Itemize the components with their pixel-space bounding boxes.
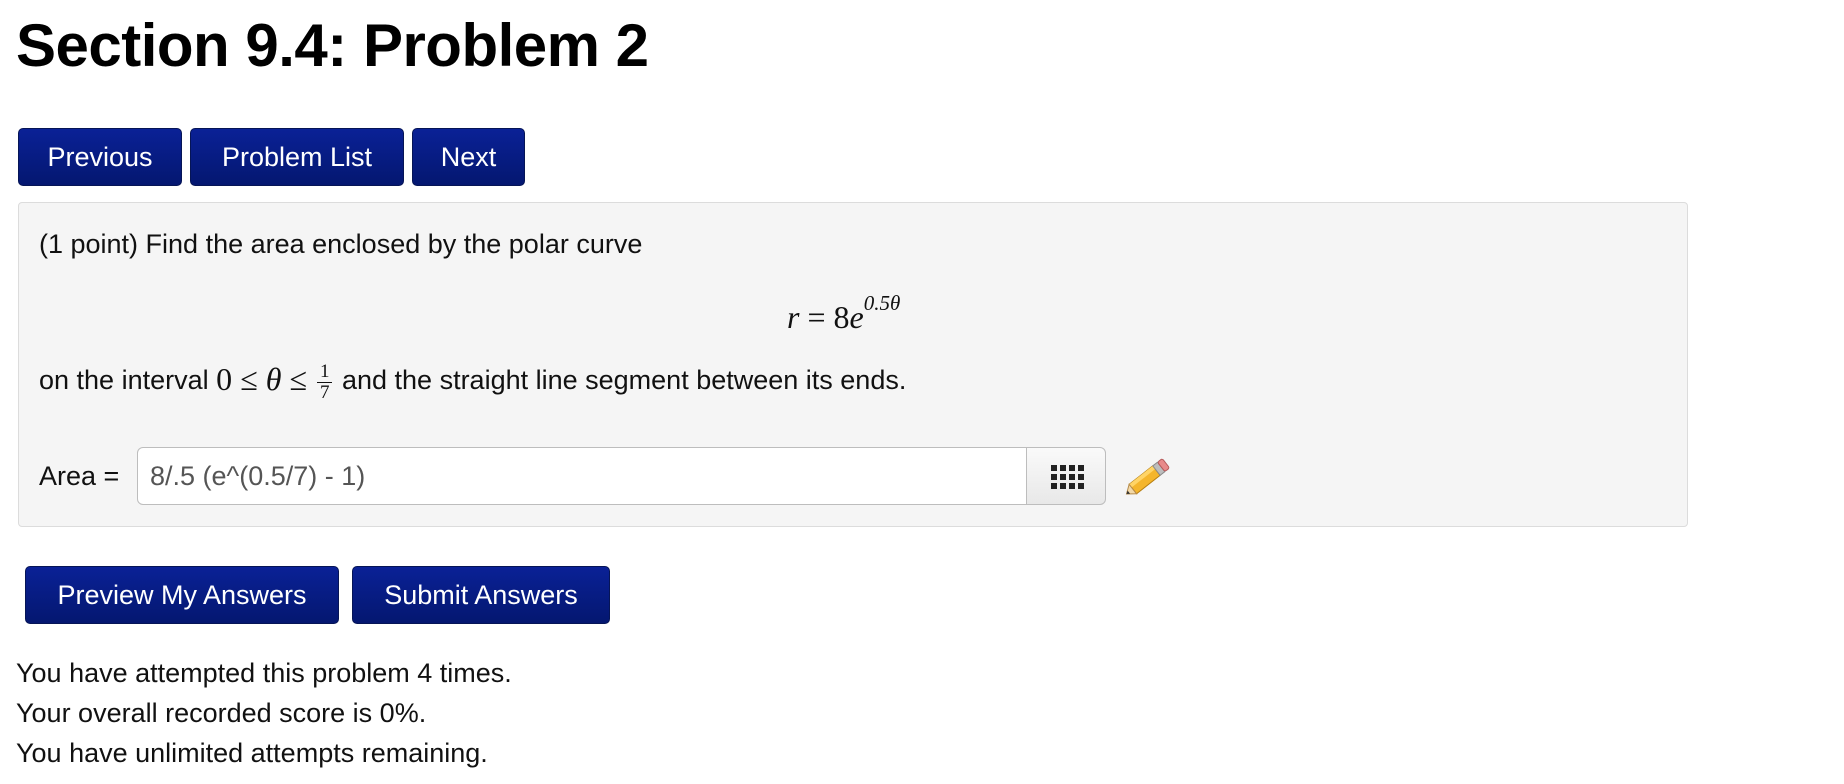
- interval-fraction: 1 7: [316, 362, 333, 404]
- next-button[interactable]: Next: [412, 128, 525, 186]
- area-answer-input[interactable]: [137, 447, 1027, 505]
- problem-box: (1 point) Find the area enclosed by the …: [18, 202, 1688, 527]
- equation-base: e: [849, 299, 864, 335]
- interval-suffix: and the straight line segment between it…: [341, 365, 907, 396]
- score-status: Your overall recorded score is 0%.: [16, 698, 427, 728]
- equation-coef: 8: [833, 299, 850, 335]
- remaining-status: You have unlimited attempts remaining.: [16, 738, 488, 768]
- attempts-status: You have attempted this problem 4 times.: [16, 658, 512, 688]
- submit-answers-button[interactable]: Submit Answers: [352, 566, 610, 624]
- answer-label: Area =: [39, 461, 120, 491]
- page-title: Section 9.4: Problem 2: [16, 12, 649, 79]
- interval-line: on the interval 0 ≤ θ ≤ 1 7 and the stra…: [39, 361, 906, 403]
- interval-math: 0 ≤ θ ≤ 1 7: [216, 361, 334, 403]
- interval-prefix: on the interval: [39, 365, 209, 396]
- fraction-numerator: 1: [316, 362, 333, 384]
- equation-equals: =: [807, 299, 826, 335]
- interval-le-2: ≤: [289, 361, 307, 397]
- keypad-button[interactable]: [1026, 447, 1106, 505]
- pencil-icon[interactable]: [1121, 455, 1173, 501]
- problem-list-button[interactable]: Problem List: [190, 128, 404, 186]
- problem-intro: (1 point) Find the area enclosed by the …: [39, 229, 643, 259]
- preview-answers-button[interactable]: Preview My Answers: [25, 566, 339, 624]
- interval-le-1: ≤: [240, 361, 258, 397]
- equation-exponent: 0.5θ: [863, 291, 901, 315]
- interval-var: θ: [265, 361, 282, 397]
- equation-lhs: r: [787, 299, 800, 335]
- previous-button[interactable]: Previous: [18, 128, 182, 186]
- interval-lower: 0: [216, 361, 233, 397]
- keypad-icon: [1051, 465, 1084, 489]
- fraction-denominator: 7: [319, 382, 330, 404]
- polar-equation: r = 8e0.5θ: [787, 291, 900, 336]
